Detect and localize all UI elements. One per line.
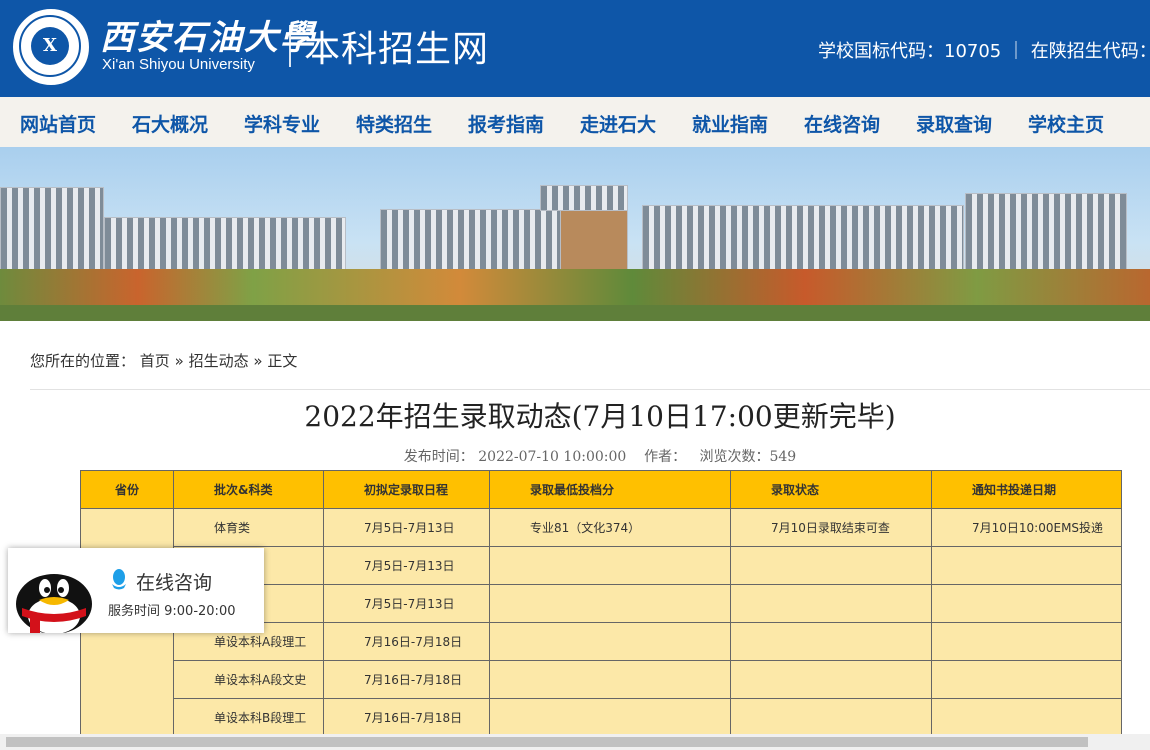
nav-item-admission-query[interactable]: 录取查询 xyxy=(916,110,992,137)
nav-item-school-home[interactable]: 学校主页 xyxy=(1028,110,1104,137)
breadcrumb-divider xyxy=(30,389,1150,390)
cell-notice xyxy=(931,622,1122,661)
banner-building xyxy=(540,185,628,211)
school-codes: 学校国标代码：10705 ｜ 在陕招生代码：4 xyxy=(818,41,1150,62)
university-name-cn: 西安石油大學 xyxy=(100,18,316,58)
author-label: 作者： xyxy=(644,449,687,465)
col-header-province: 省份 xyxy=(80,470,174,509)
cell-score xyxy=(489,622,731,661)
cell-status: 7月10日录取结束可查 xyxy=(730,508,932,547)
views-label: 浏览次数： xyxy=(699,449,770,465)
nav-item-home[interactable]: 网站首页 xyxy=(20,110,96,137)
header-divider xyxy=(289,25,291,67)
col-header-notice-date: 通知书投递日期 xyxy=(931,470,1122,509)
cell-batch: 单设本科A段文史 xyxy=(173,660,324,699)
table-row: 陕西 体育类 7月5日-7月13日 专业81（文化374） 7月10日录取结束可… xyxy=(80,508,1122,737)
cell-schedule: 7月16日-7月18日 xyxy=(323,622,490,661)
campus-banner-image xyxy=(0,147,1150,321)
cell-schedule: 7月16日-7月18日 xyxy=(323,698,490,737)
cell-schedule: 7月5日-7月13日 xyxy=(323,584,490,623)
cell-score xyxy=(489,698,731,737)
col-header-schedule: 初拟定录取日程 xyxy=(323,470,490,509)
cell-batch: 体育类 xyxy=(173,508,324,547)
col-header-batch: 批次&科类 xyxy=(173,470,324,509)
nav-item-consult[interactable]: 在线咨询 xyxy=(804,110,880,137)
table-row: 单设本科B段理工 7月16日-7月18日 xyxy=(81,698,1122,737)
breadcrumb-separator: » xyxy=(253,352,263,370)
breadcrumb-section-link[interactable]: 招生动态 xyxy=(189,352,249,370)
nav-item-overview[interactable]: 石大概况 xyxy=(132,110,208,137)
col-header-min-score: 录取最低投档分 xyxy=(489,470,731,509)
breadcrumb-separator: » xyxy=(174,352,184,370)
nav-item-employment[interactable]: 就业指南 xyxy=(692,110,768,137)
consult-hours: 服务时间 9:00-20:00 xyxy=(108,604,236,619)
cell-status xyxy=(730,660,932,699)
scrollbar-thumb[interactable] xyxy=(6,737,1088,747)
cell-batch: 单设本科B段理工 xyxy=(173,698,324,737)
qq-penguin-icon xyxy=(16,574,92,633)
cell-score xyxy=(489,660,731,699)
col-header-status: 录取状态 xyxy=(730,470,932,509)
cell-status xyxy=(730,546,932,585)
cell-score xyxy=(489,546,731,585)
cell-notice xyxy=(931,660,1122,699)
cell-score xyxy=(489,584,731,623)
cell-status xyxy=(730,622,932,661)
table-row: 单设本科A段文史 7月16日-7月18日 xyxy=(81,660,1122,699)
logo-emblem-icon: X xyxy=(31,27,69,65)
nav-item-majors[interactable]: 学科专业 xyxy=(244,110,320,137)
main-nav: 网站首页 石大概况 学科专业 特类招生 报考指南 走进石大 就业指南 在线咨询 … xyxy=(0,97,1150,147)
cell-schedule: 7月5日-7月13日 xyxy=(323,546,490,585)
cell-notice xyxy=(931,546,1122,585)
consult-title[interactable]: 在线咨询 xyxy=(136,568,212,595)
nav-item-guide[interactable]: 报考指南 xyxy=(468,110,544,137)
breadcrumb: 您所在的位置： 首页 » 招生动态 » 正文 xyxy=(30,350,297,371)
site-title: 本科招生网 xyxy=(304,29,490,70)
cell-notice xyxy=(931,584,1122,623)
table-header-row: 省份 批次&科类 初拟定录取日程 录取最低投档分 录取状态 通知书投递日期 xyxy=(80,470,1122,509)
cell-notice xyxy=(931,698,1122,737)
cell-score: 专业81（文化374） xyxy=(489,508,731,547)
breadcrumb-home-link[interactable]: 首页 xyxy=(140,352,170,370)
cell-schedule: 7月5日-7月13日 xyxy=(323,508,490,547)
publish-time: 2022-07-10 10:00:00 xyxy=(478,449,627,465)
university-name-en: Xi'an Shiyou University xyxy=(102,56,255,73)
publish-label: 发布时间： xyxy=(403,449,474,465)
cell-notice: 7月10日10:00EMS投递 xyxy=(931,508,1122,547)
cell-status xyxy=(730,584,932,623)
banner-grass xyxy=(0,305,1150,321)
site-header: X 西安石油大學 Xi'an Shiyou University 本科招生网 学… xyxy=(0,0,1150,97)
breadcrumb-current: 正文 xyxy=(267,352,298,370)
cell-schedule: 7月16日-7月18日 xyxy=(323,660,490,699)
qq-icon xyxy=(112,569,126,590)
cell-status xyxy=(730,698,932,737)
views-count: 549 xyxy=(769,449,797,465)
article-meta: 发布时间： 2022-07-10 10:00:00 作者： 浏览次数：549 xyxy=(0,446,1150,466)
nav-item-campus[interactable]: 走进石大 xyxy=(580,110,656,137)
nav-item-special[interactable]: 特类招生 xyxy=(356,110,432,137)
article-title: 2022年招生录取动态(7月10日17:00更新完毕) xyxy=(304,400,896,433)
online-consult-widget[interactable]: 在线咨询 服务时间 9:00-20:00 xyxy=(8,548,264,633)
university-logo[interactable]: X xyxy=(10,6,92,88)
horizontal-scrollbar[interactable] xyxy=(0,734,1150,750)
breadcrumb-prefix: 您所在的位置： xyxy=(30,352,136,370)
